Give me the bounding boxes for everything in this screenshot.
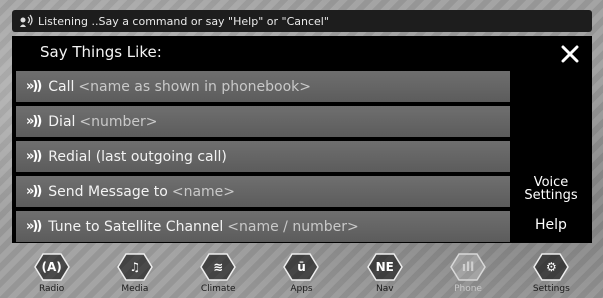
compass-heading: NE bbox=[375, 260, 394, 274]
nav-label: Climate bbox=[200, 284, 236, 294]
help-button[interactable]: Help bbox=[516, 217, 586, 233]
command-hint: <name as shown in phonebook> bbox=[78, 78, 312, 95]
nav-radio[interactable]: (A) Radio bbox=[22, 252, 82, 294]
voice-command-panel: Say Things Like: »)) Call <name as shown… bbox=[12, 36, 592, 243]
phone-icon: ıll bbox=[449, 252, 487, 282]
nav-icon: NE bbox=[366, 252, 404, 282]
command-label: Send Message to bbox=[48, 183, 168, 200]
command-label: Redial (last outgoing call) bbox=[48, 148, 227, 165]
command-hint: <name> bbox=[171, 183, 236, 200]
voice-wave-icon: »)) bbox=[26, 219, 42, 234]
voice-listening-icon bbox=[18, 14, 34, 28]
settings-icon: ⚙ bbox=[532, 252, 570, 282]
command-label: Tune to Satellite Channel bbox=[48, 218, 224, 235]
help-label: Help bbox=[535, 217, 567, 233]
voice-wave-icon: »)) bbox=[26, 79, 42, 94]
nav-climate[interactable]: ≋ Climate bbox=[188, 252, 248, 294]
voice-wave-icon: »)) bbox=[26, 184, 42, 199]
command-row-tune-satellite[interactable]: »)) Tune to Satellite Channel <name / nu… bbox=[16, 211, 510, 242]
bottom-nav-bar: (A) Radio ♫ Media ≋ Climate ū Apps NE Na… bbox=[0, 252, 603, 298]
nav-settings[interactable]: ⚙ Settings bbox=[521, 252, 581, 294]
apps-icon: ū bbox=[282, 252, 320, 282]
command-row-dial[interactable]: »)) Dial <number> bbox=[16, 106, 510, 137]
command-list: »)) Call <name as shown in phonebook> »)… bbox=[16, 71, 510, 246]
close-button[interactable] bbox=[558, 42, 582, 66]
media-icon: ♫ bbox=[116, 252, 154, 282]
command-row-send-message[interactable]: »)) Send Message to <name> bbox=[16, 176, 510, 207]
command-hint: <number> bbox=[79, 113, 158, 130]
close-icon bbox=[561, 45, 579, 63]
command-label: Dial bbox=[48, 113, 76, 130]
nav-label: Phone bbox=[454, 284, 482, 294]
command-label: Call bbox=[48, 78, 75, 95]
radio-icon: (A) bbox=[33, 252, 71, 282]
panel-header: Say Things Like: bbox=[12, 36, 592, 68]
nav-phone[interactable]: ıll Phone bbox=[438, 252, 498, 294]
voice-status-text: Listening ..Say a command or say "Help" … bbox=[38, 14, 329, 28]
command-hint: <name / number> bbox=[227, 218, 359, 235]
nav-apps[interactable]: ū Apps bbox=[271, 252, 331, 294]
voice-status-bar: Listening ..Say a command or say "Help" … bbox=[12, 10, 592, 32]
panel-title: Say Things Like: bbox=[40, 43, 162, 61]
nav-media[interactable]: ♫ Media bbox=[105, 252, 165, 294]
nav-nav[interactable]: NE Nav bbox=[355, 252, 415, 294]
nav-label: Settings bbox=[532, 284, 570, 294]
nav-label: Radio bbox=[38, 284, 65, 294]
nav-label: Nav bbox=[375, 284, 394, 294]
nav-label: Media bbox=[121, 284, 149, 294]
climate-icon: ≋ bbox=[199, 252, 237, 282]
voice-settings-label-line2: Settings bbox=[524, 188, 578, 203]
command-row-redial[interactable]: »)) Redial (last outgoing call) bbox=[16, 141, 510, 172]
voice-wave-icon: »)) bbox=[26, 114, 42, 129]
voice-settings-button[interactable]: Voice Settings bbox=[516, 176, 586, 202]
command-row-call[interactable]: »)) Call <name as shown in phonebook> bbox=[16, 71, 510, 102]
nav-label: Apps bbox=[290, 284, 313, 294]
voice-wave-icon: »)) bbox=[26, 149, 42, 164]
